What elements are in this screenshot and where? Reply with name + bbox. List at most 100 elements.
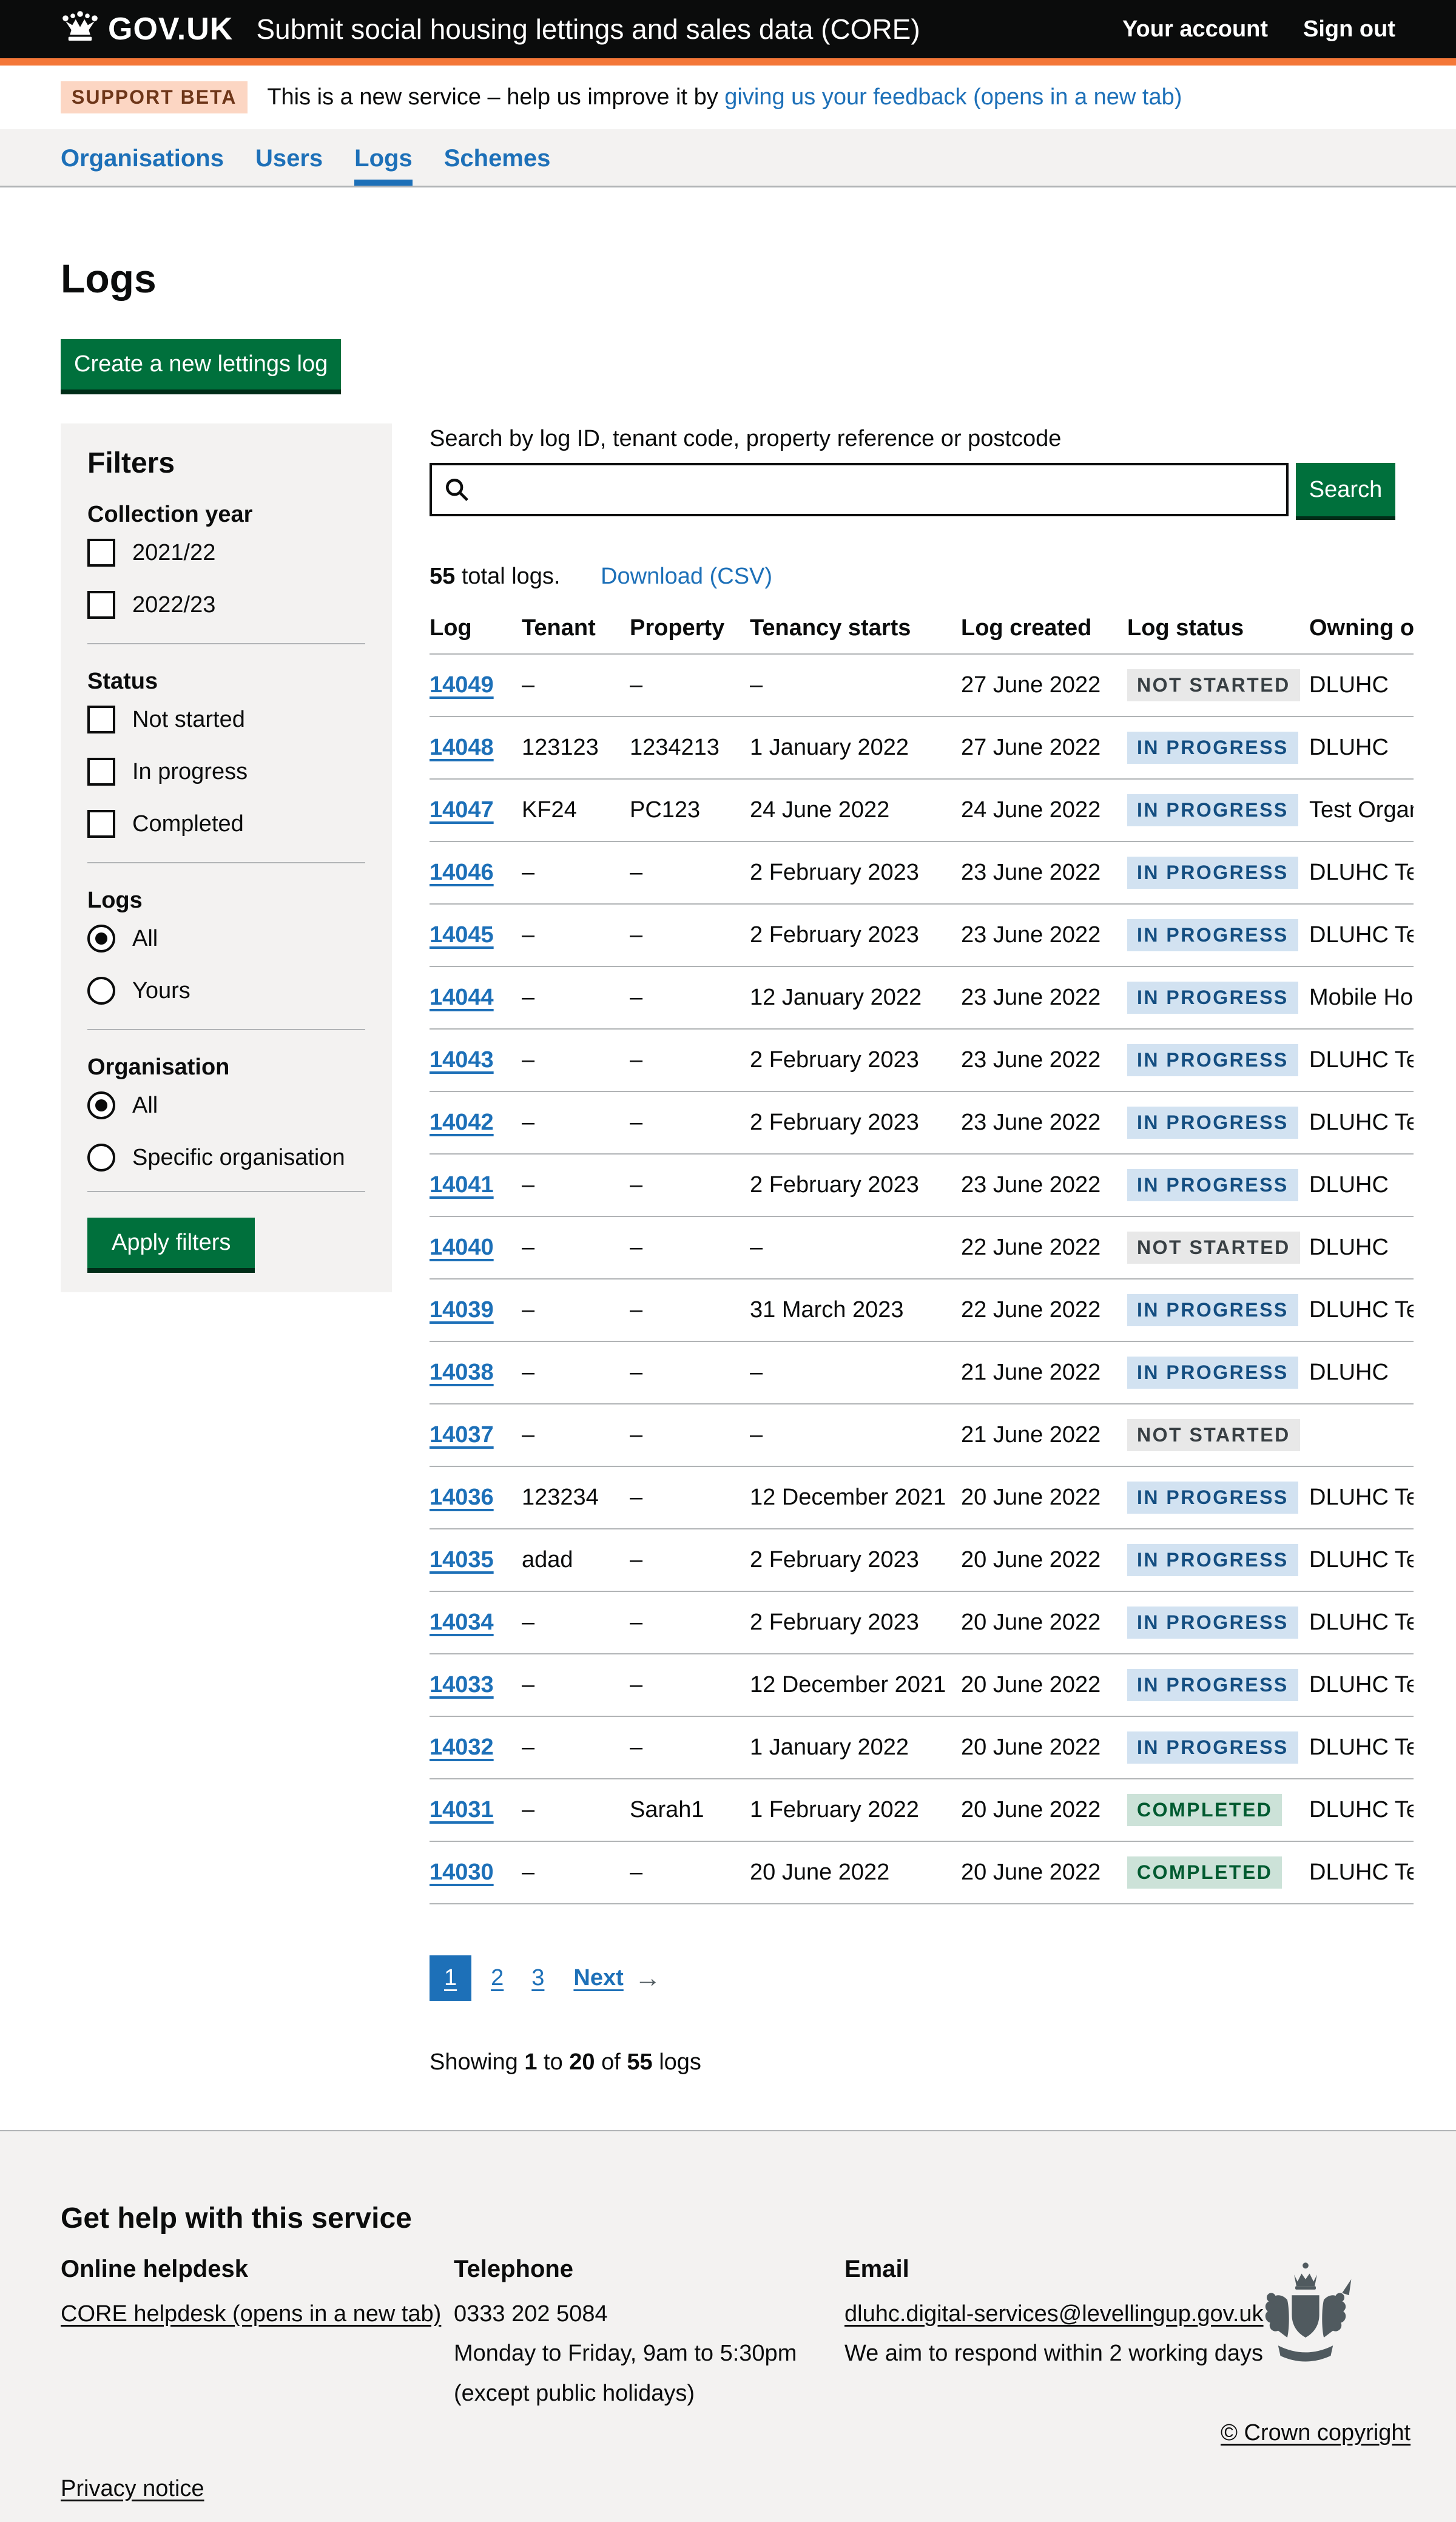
cell-log: 14039 (430, 1279, 522, 1341)
nav-item-users[interactable]: Users (255, 145, 323, 186)
cell-log: 14036 (430, 1466, 522, 1529)
govuk-logo[interactable]: GOV.UK (61, 10, 233, 48)
nav-item-schemes[interactable]: Schemes (444, 145, 551, 186)
checkbox-box[interactable] (87, 810, 115, 838)
search-icon (443, 476, 471, 510)
radio-option[interactable]: All (87, 1091, 365, 1119)
create-lettings-log-button[interactable]: Create a new lettings log (61, 339, 341, 389)
showing-text: Showing (430, 2049, 524, 2075)
log-id-link[interactable]: 14033 (430, 1672, 494, 1698)
checkbox-option[interactable]: In progress (87, 758, 365, 786)
status-badge: IN PROGRESS (1127, 1294, 1298, 1326)
service-name-link[interactable]: Submit social housing lettings and sales… (256, 13, 1122, 46)
nav-item-organisations[interactable]: Organisations (61, 145, 224, 186)
log-id-link[interactable]: 14038 (430, 1360, 494, 1385)
log-id-link[interactable]: 14037 (430, 1422, 494, 1448)
radio-option[interactable]: Yours (87, 977, 365, 1005)
cell-owning-org: DLUHC Tes (1309, 1529, 1414, 1591)
radio-option[interactable]: Specific organisation (87, 1144, 365, 1172)
cell-tenancy-starts: 12 December 2021 (750, 1654, 961, 1716)
column-header: Tenancy starts (750, 615, 961, 654)
table-row: 14046––2 February 202323 June 2022IN PRO… (430, 841, 1414, 904)
log-id-link[interactable]: 14035 (430, 1547, 494, 1573)
log-id-link[interactable]: 14039 (430, 1297, 494, 1323)
table-row: 14047KF24PC12324 June 202224 June 2022IN… (430, 779, 1414, 841)
log-id-link[interactable]: 14047 (430, 797, 494, 823)
privacy-notice-link[interactable]: Privacy notice (61, 2476, 204, 2502)
cell-property: – (630, 1841, 750, 1904)
log-id-link[interactable]: 14041 (430, 1172, 494, 1198)
cell-tenancy-starts: 2 February 2023 (750, 904, 961, 966)
log-id-link[interactable]: 14045 (430, 922, 494, 948)
cell-property: – (630, 1279, 750, 1341)
royal-crest-icon (1248, 2376, 1363, 2401)
page-current[interactable]: 1 (430, 1955, 471, 2001)
radio-option[interactable]: All (87, 925, 365, 952)
column-header: Tenant (522, 615, 630, 654)
cell-tenancy-starts: – (750, 1404, 961, 1466)
radio-box[interactable] (87, 977, 115, 1005)
checkbox-option[interactable]: 2021/22 (87, 539, 365, 567)
checkbox-option[interactable]: Completed (87, 810, 365, 838)
checkbox-box[interactable] (87, 539, 115, 567)
log-id-link[interactable]: 14046 (430, 860, 494, 885)
checkbox-box[interactable] (87, 758, 115, 786)
radio-box[interactable] (87, 1091, 115, 1119)
log-id-link[interactable]: 14043 (430, 1047, 494, 1073)
cell-log-created: 22 June 2022 (961, 1216, 1127, 1279)
log-id-link[interactable]: 14040 (430, 1235, 494, 1260)
cell-tenant: – (522, 966, 630, 1029)
log-id-link[interactable]: 14049 (430, 672, 494, 698)
footer-line: (except public holidays) (454, 2378, 844, 2409)
crown-copyright-link[interactable]: © Crown copyright (1221, 2420, 1410, 2446)
option-label: Specific organisation (132, 1145, 345, 1171)
checkbox-box[interactable] (87, 591, 115, 619)
log-id-link[interactable]: 14044 (430, 985, 494, 1010)
cell-tenancy-starts: 1 February 2022 (750, 1779, 961, 1841)
checkbox-box[interactable] (87, 706, 115, 733)
radio-box[interactable] (87, 925, 115, 952)
feedback-link[interactable]: giving us your feedback (opens in a new … (724, 84, 1182, 110)
search-input[interactable] (430, 463, 1289, 516)
footer-link[interactable]: dluhc.digital-services@levellingup.gov.u… (844, 2301, 1264, 2327)
nav-item-logs[interactable]: Logs (354, 145, 413, 186)
cell-tenant: – (522, 1341, 630, 1404)
radio-box[interactable] (87, 1144, 115, 1172)
cell-tenancy-starts: 1 January 2022 (750, 1716, 961, 1779)
option-label: In progress (132, 759, 248, 785)
cell-owning-org: Test Organ (1309, 779, 1414, 841)
next-page-link[interactable]: Next (573, 1965, 623, 1991)
log-id-link[interactable]: 14048 (430, 735, 494, 760)
log-id-link[interactable]: 14031 (430, 1797, 494, 1822)
page-link[interactable]: 3 (523, 1955, 553, 2001)
sign-out-link[interactable]: Sign out (1303, 16, 1395, 42)
footer-line: 0333 202 5084 (454, 2299, 844, 2330)
status-badge: NOT STARTED (1127, 1232, 1300, 1264)
footer-link[interactable]: CORE helpdesk (opens in a new tab) (61, 2301, 441, 2327)
table-row: 1404812312312342131 January 202227 June … (430, 716, 1414, 779)
search-button[interactable]: Search (1296, 463, 1395, 516)
filter-group-title: Collection year (87, 502, 365, 528)
cell-property: Sarah1 (630, 1779, 750, 1841)
showing-text: logs (653, 2049, 701, 2075)
checkbox-option[interactable]: 2022/23 (87, 591, 365, 619)
footer-heading: Get help with this service (61, 2202, 1395, 2235)
cell-property: 1234213 (630, 716, 750, 779)
column-header: Owning or (1309, 615, 1414, 654)
log-id-link[interactable]: 14032 (430, 1735, 494, 1760)
cell-log-created: 23 June 2022 (961, 841, 1127, 904)
apply-filters-button[interactable]: Apply filters (87, 1218, 255, 1268)
cell-owning-org: DLUHC Tes (1309, 1654, 1414, 1716)
log-id-link[interactable]: 14034 (430, 1610, 494, 1635)
cell-log-status: IN PROGRESS (1127, 966, 1309, 1029)
download-csv-link[interactable]: Download (CSV) (601, 564, 772, 589)
log-id-link[interactable]: 14030 (430, 1859, 494, 1885)
page-link[interactable]: 2 (482, 1955, 512, 2001)
table-row: 14044––12 January 202223 June 2022IN PRO… (430, 966, 1414, 1029)
your-account-link[interactable]: Your account (1122, 16, 1268, 42)
log-id-link[interactable]: 14036 (430, 1485, 494, 1510)
status-badge: COMPLETED (1127, 1856, 1282, 1889)
log-id-link[interactable]: 14042 (430, 1110, 494, 1135)
checkbox-option[interactable]: Not started (87, 706, 365, 733)
cell-tenancy-starts: 2 February 2023 (750, 1154, 961, 1216)
